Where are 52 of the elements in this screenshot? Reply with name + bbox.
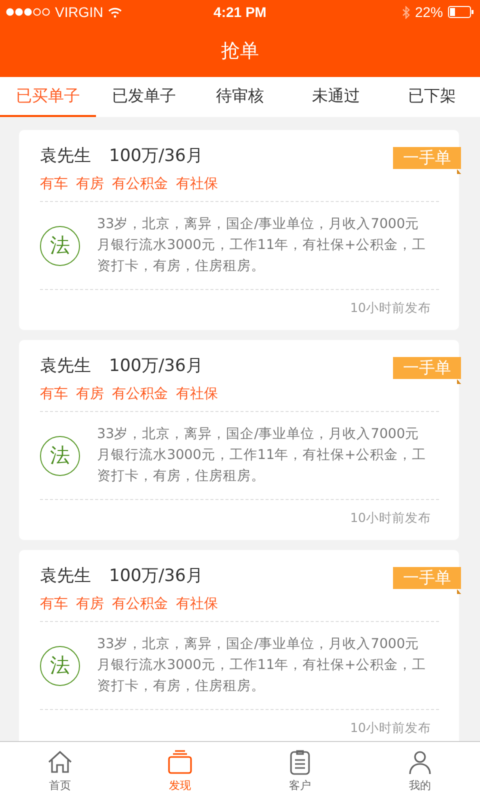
battery-icon: [448, 6, 474, 18]
tab[interactable]: 待审核: [192, 77, 288, 117]
order-description: 33岁，北京，离异，国企/事业单位，月收入7000元月银行流水3000元，工作11年，有社保+公积金，工资打卡，有房，住房租房。: [97, 215, 427, 276]
page-title: 抢单: [220, 38, 260, 64]
tag: 有公积金: [112, 595, 168, 613]
tag: 有房: [76, 175, 104, 193]
battery-percent: 22%: [414, 4, 443, 20]
tag: 有社保: [176, 385, 218, 403]
clipboard-icon: [287, 749, 313, 775]
loan-amount: 100万/36月: [109, 145, 203, 167]
post-time: 10小时前发布: [349, 509, 432, 527]
client-name: 袁先生: [40, 145, 91, 167]
tab[interactable]: 未通过: [288, 77, 384, 117]
person-icon: [407, 749, 433, 775]
tag: 有车: [40, 175, 68, 193]
tray-icon: [167, 749, 193, 775]
home-icon: [47, 749, 73, 775]
clock-time: 4:21 PM: [214, 4, 266, 20]
tag: 有社保: [176, 175, 218, 193]
signal-icon: [6, 8, 50, 16]
order-card[interactable]: 袁先生 100万/36月 一手单 有车 有房 有公积金 有社保 法 33岁，北京，离异，国企/事业单位，月收入7000元月银行流水3000元，工作11年，有社保+公积金，工资打卡，有房，住房租房。 10小时前发布: [19, 550, 459, 741]
order-description: 33岁，北京，离异，国企/事业单位，月收入7000元月银行流水3000元，工作11年，有社保+公积金，工资打卡，有房，住房租房。: [97, 635, 427, 696]
tag: 有车: [40, 385, 68, 403]
bluetooth-icon: [402, 6, 410, 18]
wifi-icon: [108, 6, 122, 18]
tag: 有房: [76, 385, 104, 403]
seal-badge: 法: [40, 646, 80, 686]
loan-amount: 100万/36月: [109, 355, 203, 377]
order-badge: 一手单: [393, 567, 461, 594]
tag: 有社保: [176, 595, 218, 613]
order-card[interactable]: 袁先生 100万/36月 一手单 有车 有房 有公积金 有社保 法 33岁，北京，离异，国企/事业单位，月收入7000元月银行流水3000元，工作11年，有社保+公积金，工资打卡，有房，住房租房。 10小时前发布: [19, 340, 459, 540]
client-name: 袁先生: [40, 355, 91, 377]
client-name: 袁先生: [40, 565, 91, 587]
tag: 有房: [76, 595, 104, 613]
tag: 有公积金: [112, 175, 168, 193]
tag: 有车: [40, 595, 68, 613]
nav-item[interactable]: 首页: [0, 742, 120, 800]
order-badge: 一手单: [393, 357, 461, 384]
tag: 有公积金: [112, 385, 168, 403]
nav-item[interactable]: 客户: [240, 742, 360, 800]
nav-item[interactable]: 我的: [360, 742, 480, 800]
seal-badge: 法: [40, 436, 80, 476]
order-badge: 一手单: [393, 147, 461, 174]
loan-amount: 100万/36月: [109, 565, 203, 587]
tab[interactable]: 已发单子: [96, 77, 192, 117]
order-description: 33岁，北京，离异，国企/事业单位，月收入7000元月银行流水3000元，工作11年，有社保+公积金，工资打卡，有房，住房租房。: [97, 425, 427, 486]
carrier-name: VIRGIN: [55, 4, 104, 20]
order-card[interactable]: 袁先生 100万/36月 一手单 有车 有房 有公积金 有社保 法 33岁，北京，离异，国企/事业单位，月收入7000元月银行流水3000元，工作11年，有社保+公积金，工资打卡，有房，住房租房。 10小时前发布: [19, 130, 459, 330]
seal-badge: 法: [40, 226, 80, 266]
post-time: 10小时前发布: [349, 299, 432, 317]
post-time: 10小时前发布: [349, 719, 432, 737]
tab[interactable]: 已下架: [384, 77, 480, 117]
